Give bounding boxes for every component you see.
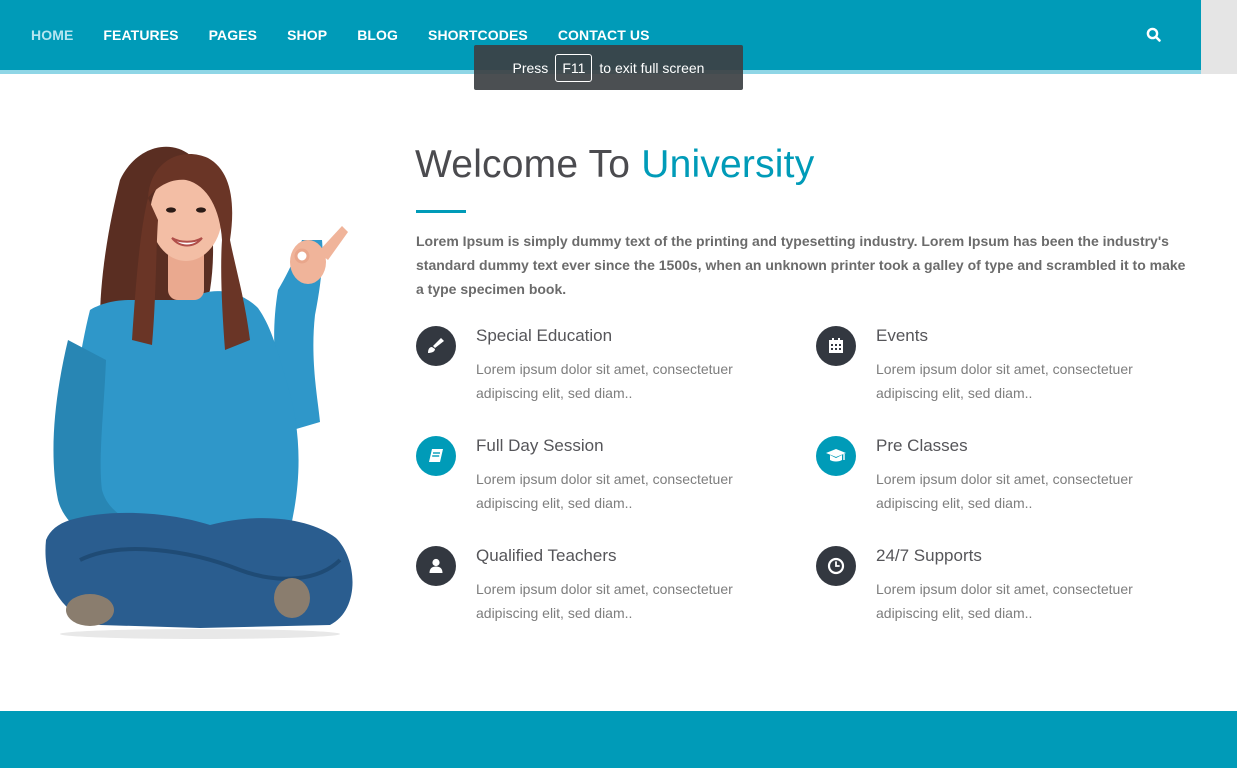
feature-description: Lorem ipsum dolor sit amet, consectetuer… [476,471,733,511]
feature-title: Full Day Session [476,436,604,455]
search-icon[interactable] [1145,26,1163,44]
calendar-icon [816,326,856,366]
page-title-main: Welcome To [415,143,631,186]
nav-item-pages[interactable]: PAGES [209,26,257,44]
feature-title: 24/7 Supports [876,546,982,565]
student-photo [40,140,360,640]
graduation-cap-icon [816,436,856,476]
main-menu: HOME FEATURES PAGES SHOP BLOG SHORTCODES… [31,26,680,44]
paintbrush-icon [416,326,456,366]
nav-item-features[interactable]: FEATURES [103,26,178,44]
fullscreen-notice-prefix: Press [512,59,549,76]
intro-paragraph: Lorem Ipsum is simply dummy text of the … [416,233,1186,297]
nav-item-shortcodes[interactable]: SHORTCODES [428,26,528,44]
feature-247-supports: 24/7 Supports Lorem ipsum dolor sit amet… [816,546,1196,646]
title-divider [416,210,466,213]
feature-description: Lorem ipsum dolor sit amet, consectetuer… [476,361,733,401]
feature-special-education: Special Education Lorem ipsum dolor sit … [416,326,796,426]
feature-title: Events [876,326,928,345]
fullscreen-notice: Press F11 to exit full screen [474,45,743,90]
book-icon [416,436,456,476]
f11-key: F11 [555,53,593,82]
scrollbar-gutter [1201,0,1237,74]
feature-full-day-session: Full Day Session Lorem ipsum dolor sit a… [416,436,796,536]
feature-events: Events Lorem ipsum dolor sit amet, conse… [816,326,1196,426]
feature-description: Lorem ipsum dolor sit amet, consectetuer… [476,581,733,621]
feature-description: Lorem ipsum dolor sit amet, consectetuer… [876,471,1133,511]
fullscreen-notice-suffix: to exit full screen [599,59,705,76]
nav-item-contact-us[interactable]: CONTACT US [558,26,650,44]
feature-title: Special Education [476,326,613,345]
nav-item-blog[interactable]: BLOG [357,26,398,44]
feature-description: Lorem ipsum dolor sit amet, consectetuer… [876,581,1133,621]
feature-qualified-teachers: Qualified Teachers Lorem ipsum dolor sit… [416,546,796,646]
clock-icon [816,546,856,586]
user-icon [416,546,456,586]
feature-title: Qualified Teachers [476,546,617,565]
nav-item-home[interactable]: HOME [31,26,73,44]
footer-band [0,711,1237,768]
page-title-accent: University [641,143,815,186]
feature-title: Pre Classes [876,436,968,455]
feature-description: Lorem ipsum dolor sit amet, consectetuer… [876,361,1133,401]
nav-item-shop[interactable]: SHOP [287,26,327,44]
page-title: Welcome To University [415,143,814,187]
feature-pre-classes: Pre Classes Lorem ipsum dolor sit amet, … [816,436,1196,536]
